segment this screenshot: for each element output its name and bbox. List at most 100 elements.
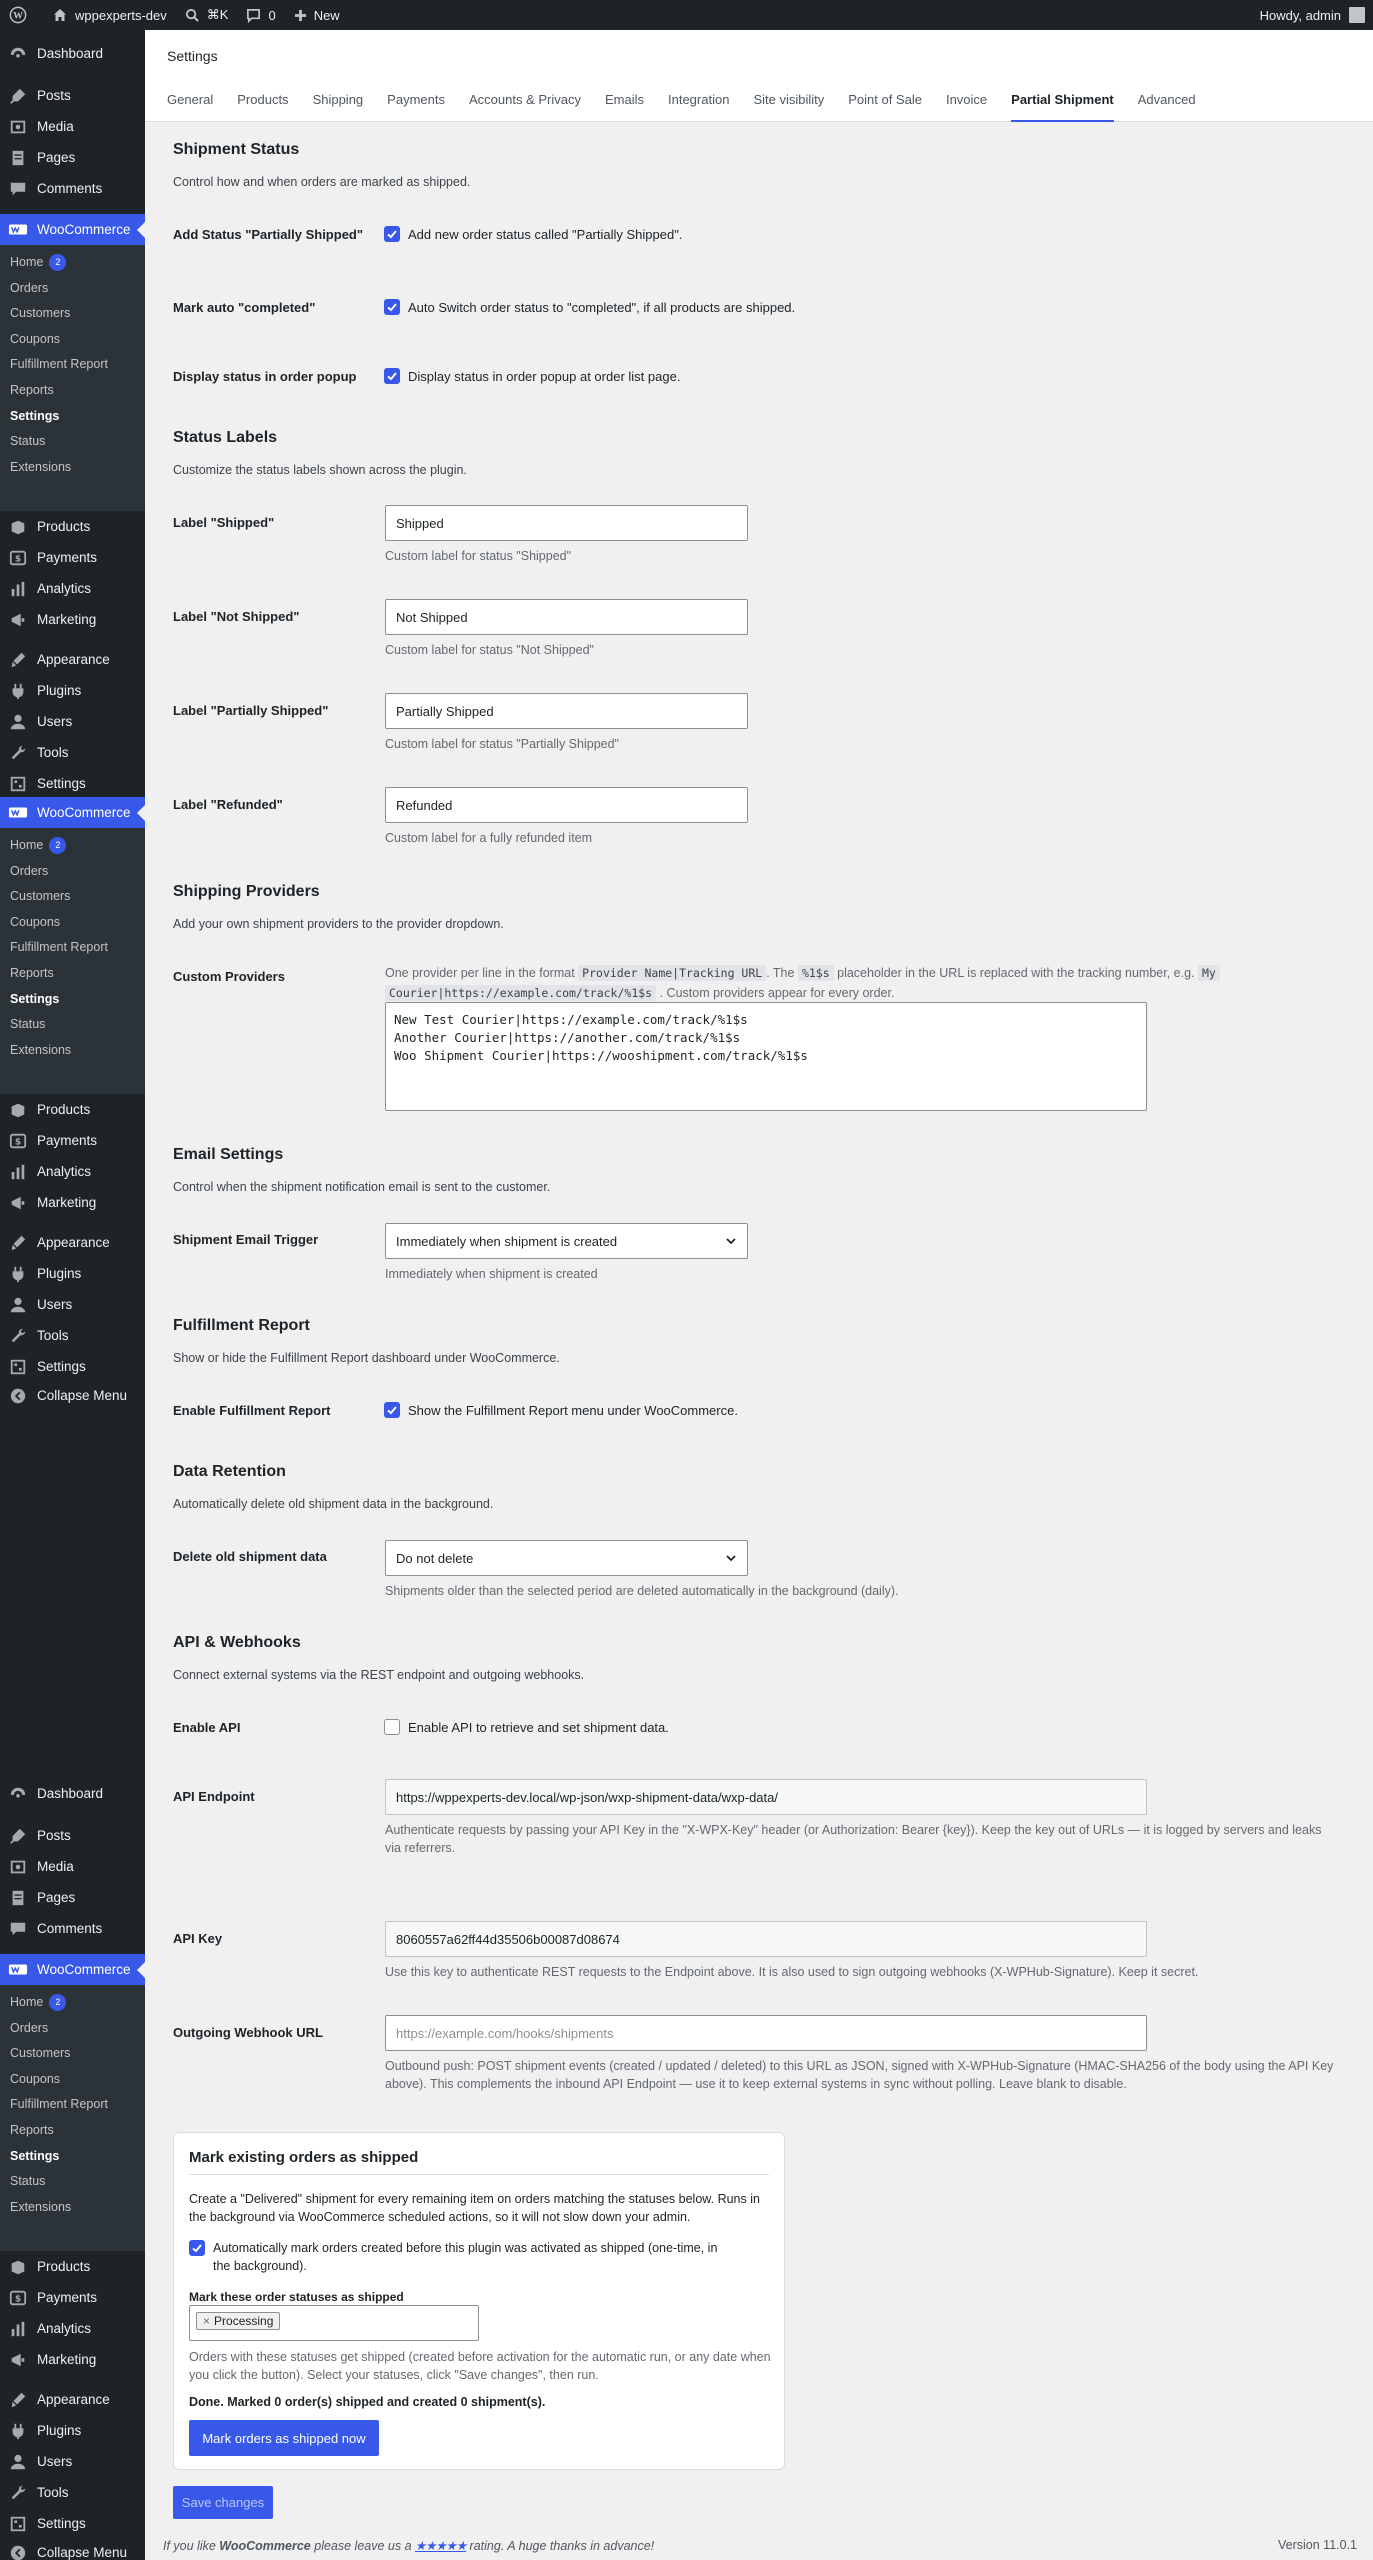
submenu-status[interactable]: Status <box>10 430 45 452</box>
submenu-extensions[interactable]: Extensions <box>10 456 71 478</box>
command-palette-link[interactable]: ⌘K <box>176 0 238 30</box>
submenu-coupons[interactable]: Coupons <box>10 2068 60 2090</box>
custom-providers-textarea[interactable]: New Test Courier|https://example.com/tra… <box>385 1002 1147 1111</box>
collapse-menu[interactable]: Collapse Menu <box>0 2537 145 2560</box>
submenu-orders[interactable]: Orders <box>10 2017 48 2039</box>
menu-appearance[interactable]: Appearance <box>0 2384 145 2415</box>
site-name-link[interactable]: wppexperts-dev <box>43 0 176 30</box>
submenu-status[interactable]: Status <box>10 1013 45 1035</box>
menu-settings[interactable]: Settings <box>0 768 145 799</box>
menu-marketing[interactable]: Marketing <box>0 1187 145 1218</box>
display-popup-checkbox[interactable] <box>384 368 400 384</box>
tab-point-of-sale[interactable]: Point of Sale <box>848 92 922 122</box>
menu-marketing[interactable]: Marketing <box>0 604 145 635</box>
remove-chip-icon[interactable]: × <box>203 2314 210 2328</box>
submenu-customers[interactable]: Customers <box>10 2042 70 2064</box>
label-not-shipped-input[interactable]: Not Shipped <box>385 599 748 635</box>
submenu-coupons[interactable]: Coupons <box>10 328 60 350</box>
menu-settings[interactable]: Settings <box>0 1351 145 1382</box>
menu-payments[interactable]: $ Payments <box>0 2282 145 2313</box>
menu-analytics[interactable]: Analytics <box>0 573 145 604</box>
submenu-fulfillment-report[interactable]: Fulfillment Report <box>10 2093 108 2115</box>
enable-api-checkbox[interactable] <box>384 1719 400 1735</box>
menu-marketing[interactable]: Marketing <box>0 2344 145 2375</box>
menu-appearance[interactable]: Appearance <box>0 1227 145 1258</box>
save-changes-button[interactable]: Save changes <box>173 2486 273 2519</box>
menu-analytics[interactable]: Analytics <box>0 1156 145 1187</box>
my-account[interactable]: Howdy, admin <box>1260 7 1373 23</box>
menu-payments[interactable]: $ Payments <box>0 542 145 573</box>
menu-comments[interactable]: Comments <box>0 1913 145 1944</box>
api-key-input[interactable]: 8060557a62ff44d35506b00087d08674 <box>385 1921 1147 1957</box>
menu-analytics[interactable]: Analytics <box>0 2313 145 2344</box>
menu-media[interactable]: Media <box>0 111 145 142</box>
submenu-settings[interactable]: Settings <box>10 988 59 1010</box>
menu-plugins[interactable]: Plugins <box>0 675 145 706</box>
label-shipped-input[interactable]: Shipped <box>385 505 748 541</box>
new-content-link[interactable]: New <box>285 0 349 30</box>
tab-emails[interactable]: Emails <box>605 92 644 122</box>
auto-mark-checkbox[interactable] <box>189 2240 205 2256</box>
label-refunded-input[interactable]: Refunded <box>385 787 748 823</box>
menu-appearance[interactable]: Appearance <box>0 644 145 675</box>
collapse-menu[interactable]: Collapse Menu <box>0 1380 145 1411</box>
submenu-extensions[interactable]: Extensions <box>10 2196 71 2218</box>
submenu-orders[interactable]: Orders <box>10 860 48 882</box>
menu-products[interactable]: Products <box>0 2251 145 2282</box>
tab-products[interactable]: Products <box>237 92 288 122</box>
menu-media[interactable]: Media <box>0 1851 145 1882</box>
webhook-url-input[interactable]: https://example.com/hooks/shipments <box>385 2015 1147 2051</box>
submenu-customers[interactable]: Customers <box>10 302 70 324</box>
menu-users[interactable]: Users <box>0 706 145 737</box>
comments-link[interactable]: 0 <box>237 0 284 30</box>
statuses-multiselect[interactable]: × Processing <box>189 2305 479 2341</box>
api-endpoint-input[interactable]: https://wppexperts-dev.local/wp-json/wxp… <box>385 1779 1147 1815</box>
submenu-status[interactable]: Status <box>10 2170 45 2192</box>
menu-settings[interactable]: Settings <box>0 2508 145 2539</box>
menu-plugins[interactable]: Plugins <box>0 2415 145 2446</box>
rating-stars-link[interactable]: ★★★★★ <box>415 2539 467 2553</box>
enable-fulfillment-checkbox[interactable] <box>384 1402 400 1418</box>
submenu-extensions[interactable]: Extensions <box>10 1039 71 1061</box>
mark-orders-button[interactable]: Mark orders as shipped now <box>189 2420 379 2456</box>
submenu-settings[interactable]: Settings <box>10 2145 59 2167</box>
submenu-home[interactable]: Home 2 <box>10 1991 67 2013</box>
tab-invoice[interactable]: Invoice <box>946 92 987 122</box>
tab-payments[interactable]: Payments <box>387 92 445 122</box>
tab-advanced[interactable]: Advanced <box>1138 92 1196 122</box>
menu-pages[interactable]: Pages <box>0 1882 145 1913</box>
menu-woocommerce[interactable]: WooCommerce <box>0 214 145 245</box>
tab-partial-shipment[interactable]: Partial Shipment <box>1011 92 1114 122</box>
submenu-reports[interactable]: Reports <box>10 379 54 401</box>
menu-products[interactable]: Products <box>0 1094 145 1125</box>
submenu-reports[interactable]: Reports <box>10 962 54 984</box>
menu-posts[interactable]: Posts <box>0 80 145 111</box>
tab-integration[interactable]: Integration <box>668 92 729 122</box>
mark-auto-checkbox[interactable] <box>384 299 400 315</box>
tab-site-visibility[interactable]: Site visibility <box>753 92 824 122</box>
menu-users[interactable]: Users <box>0 2446 145 2477</box>
menu-payments[interactable]: $ Payments <box>0 1125 145 1156</box>
menu-dashboard[interactable]: Dashboard <box>0 38 145 69</box>
submenu-home[interactable]: Home 2 <box>10 834 67 856</box>
menu-products[interactable]: Products <box>0 511 145 542</box>
menu-dashboard[interactable]: Dashboard <box>0 1778 145 1809</box>
delete-old-select[interactable]: Do not delete <box>385 1540 748 1576</box>
menu-woocommerce[interactable]: WooCommerce <box>0 797 145 828</box>
menu-posts[interactable]: Posts <box>0 1820 145 1851</box>
email-trigger-select[interactable]: Immediately when shipment is created <box>385 1223 748 1259</box>
menu-woocommerce[interactable]: WooCommerce <box>0 1954 145 1985</box>
submenu-fulfillment-report[interactable]: Fulfillment Report <box>10 353 108 375</box>
submenu-fulfillment-report[interactable]: Fulfillment Report <box>10 936 108 958</box>
submenu-settings[interactable]: Settings <box>10 405 59 427</box>
wordpress-logo[interactable]: W <box>0 0 43 30</box>
menu-tools[interactable]: Tools <box>0 2477 145 2508</box>
tab-accounts-privacy[interactable]: Accounts & Privacy <box>469 92 581 122</box>
tab-general[interactable]: General <box>167 92 213 122</box>
menu-pages[interactable]: Pages <box>0 142 145 173</box>
menu-comments[interactable]: Comments <box>0 173 145 204</box>
submenu-home[interactable]: Home 2 <box>10 251 67 273</box>
submenu-customers[interactable]: Customers <box>10 885 70 907</box>
menu-tools[interactable]: Tools <box>0 737 145 768</box>
submenu-coupons[interactable]: Coupons <box>10 911 60 933</box>
